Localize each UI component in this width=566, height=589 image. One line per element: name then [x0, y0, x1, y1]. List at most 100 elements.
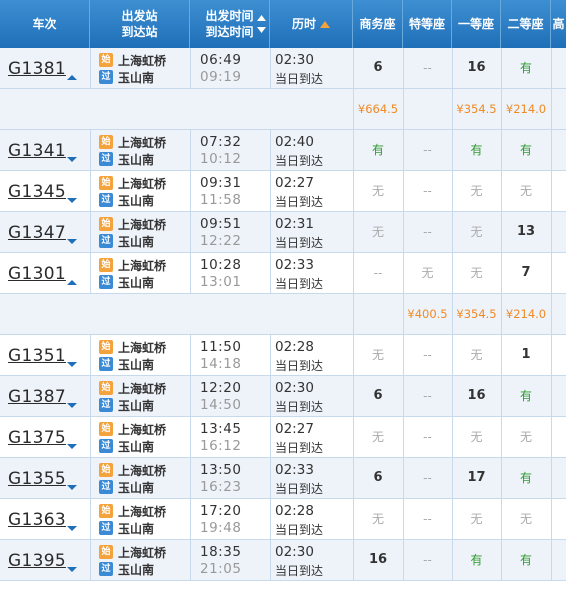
origin-badge: 始	[99, 53, 113, 67]
train-number-link[interactable]: G1381	[8, 59, 66, 79]
special-seat-availability[interactable]: --	[403, 130, 452, 170]
arrival-day: 当日到达	[275, 564, 324, 578]
station-name: 上海虹桥	[118, 463, 167, 478]
second-class-header-label: 二等座	[507, 17, 544, 31]
station-name: 上海虹桥	[118, 258, 167, 273]
train-number-link[interactable]: G1347	[8, 223, 66, 243]
train-row[interactable]: G1301 始上海虹桥过玉山南 10:28 13:01 02:33 当日到达 -- 无无 7	[0, 253, 566, 294]
business-seat-availability[interactable]: 无	[353, 335, 403, 375]
train-number-link[interactable]: G1341	[8, 141, 66, 161]
sort-toggle-icon[interactable]	[257, 13, 266, 35]
expand-arrow-icon[interactable]	[66, 155, 78, 163]
business-seat-availability[interactable]: 16	[353, 540, 403, 580]
collapse-arrow-icon[interactable]	[66, 73, 78, 81]
column-divider	[190, 212, 191, 252]
train-row[interactable]: G1381 始上海虹桥过玉山南 06:49 09:19 02:30 当日到达 6 -- 16 有	[0, 48, 566, 89]
train-number-link[interactable]: G1355	[8, 469, 66, 489]
train-number-link[interactable]: G1351	[8, 346, 66, 366]
column-divider	[403, 89, 404, 129]
special-seat-availability[interactable]: --	[403, 376, 452, 416]
train-row[interactable]: G1341 始上海虹桥过玉山南 07:32 10:12 02:40 当日到达有 -- 有有	[0, 130, 566, 171]
special-seat-availability[interactable]: --	[403, 171, 452, 211]
business-seat-availability[interactable]: --	[353, 253, 403, 293]
special-seat-availability[interactable]: --	[403, 212, 452, 252]
expand-arrow-icon[interactable]	[66, 524, 78, 532]
duration-header[interactable]: 历时	[270, 0, 353, 48]
expand-arrow-icon[interactable]	[66, 442, 78, 450]
train-row[interactable]: G1351 始上海虹桥过玉山南 11:50 14:18 02:28 当日到达无 -- 无 1	[0, 335, 566, 376]
train-number-link[interactable]: G1375	[8, 428, 66, 448]
business-seat-availability[interactable]: 6	[353, 376, 403, 416]
column-divider	[270, 499, 271, 539]
expand-arrow-icon[interactable]	[66, 565, 78, 573]
business-seat-availability[interactable]: 6	[353, 48, 403, 88]
business-seat-availability[interactable]: 无	[353, 171, 403, 211]
second-seat-availability[interactable]: 有	[501, 376, 551, 416]
second-seat-availability[interactable]: 有	[501, 458, 551, 498]
first-seat-availability[interactable]: 17	[452, 458, 501, 498]
train-row[interactable]: G1363 始上海虹桥过玉山南 17:20 19:48 02:28 当日到达无 -- 无无	[0, 499, 566, 540]
collapse-arrow-icon[interactable]	[66, 278, 78, 286]
special-seat-availability[interactable]: --	[403, 335, 452, 375]
column-divider	[190, 171, 191, 211]
train-number-link[interactable]: G1395	[8, 551, 66, 571]
business-seat-availability[interactable]: 6	[353, 458, 403, 498]
second-seat-availability[interactable]: 7	[501, 253, 551, 293]
business-seat-availability[interactable]: 无	[353, 499, 403, 539]
first-seat-availability[interactable]: 无	[452, 335, 501, 375]
train-row[interactable]: G1345 始上海虹桥过玉山南 09:31 11:58 02:27 当日到达无 -- 无无	[0, 171, 566, 212]
special-seat-availability[interactable]: 无	[403, 253, 452, 293]
train-row[interactable]: G1355 始上海虹桥过玉山南 13:50 16:23 02:33 当日到达 6 -- 17 有	[0, 458, 566, 499]
first-seat-availability[interactable]: 有	[452, 540, 501, 580]
train-number-header-label: 车次	[32, 17, 57, 31]
train-number-link[interactable]: G1345	[8, 182, 66, 202]
train-number-link[interactable]: G1301	[8, 264, 66, 284]
second-seat-availability[interactable]: 有	[501, 540, 551, 580]
expand-arrow-icon[interactable]	[66, 360, 78, 368]
train-row[interactable]: G1347 始上海虹桥过玉山南 09:51 12:22 02:31 当日到达无 -- 无 13	[0, 212, 566, 253]
first-seat-availability[interactable]: 有	[452, 130, 501, 170]
train-row[interactable]: G1395 始上海虹桥过玉山南 18:35 21:05 02:30 当日到达 16 -- 有有	[0, 540, 566, 581]
expand-arrow-icon[interactable]	[66, 483, 78, 491]
first-seat-availability[interactable]: 无	[452, 253, 501, 293]
second-seat-availability[interactable]: 13	[501, 212, 551, 252]
business-seat-availability[interactable]: 无	[353, 417, 403, 457]
first-seat-availability[interactable]: 无	[452, 212, 501, 252]
column-divider	[551, 499, 552, 539]
station-header[interactable]: 出发站 到达站	[90, 0, 190, 48]
special-seat-availability[interactable]: --	[403, 417, 452, 457]
column-divider	[551, 335, 552, 375]
first-seat-availability[interactable]: 无	[452, 171, 501, 211]
second-seat-availability[interactable]: 有	[501, 48, 551, 88]
column-divider	[270, 335, 271, 375]
special-seat-availability[interactable]: --	[403, 540, 452, 580]
second-seat-availability[interactable]: 无	[501, 417, 551, 457]
special-seat-availability[interactable]: --	[403, 48, 452, 88]
sort-up-icon[interactable]	[320, 20, 330, 28]
special-seat-availability[interactable]: --	[403, 458, 452, 498]
train-number-link[interactable]: G1387	[8, 387, 66, 407]
second-seat-availability[interactable]: 有	[501, 130, 551, 170]
first-seat-availability[interactable]: 无	[452, 499, 501, 539]
business-seat-availability[interactable]: 有	[353, 130, 403, 170]
business-seat-availability[interactable]: 无	[353, 212, 403, 252]
duration: 02:30	[275, 380, 314, 396]
column-divider	[90, 458, 91, 498]
arrival-time: 12:22	[200, 233, 242, 249]
first-seat-availability[interactable]: 无	[452, 417, 501, 457]
expand-arrow-icon[interactable]	[66, 237, 78, 245]
origin-badge: 始	[99, 217, 113, 231]
second-seat-availability[interactable]: 1	[501, 335, 551, 375]
expand-arrow-icon[interactable]	[66, 401, 78, 409]
first-seat-availability[interactable]: 16	[452, 48, 501, 88]
arrival-station: 过玉山南	[99, 397, 154, 413]
second-seat-availability[interactable]: 无	[501, 171, 551, 211]
special-seat-availability[interactable]: --	[403, 499, 452, 539]
second-seat-availability[interactable]: 无	[501, 499, 551, 539]
first-seat-availability[interactable]: 16	[452, 376, 501, 416]
expand-arrow-icon[interactable]	[66, 196, 78, 204]
time-header[interactable]: 出发时间 到达时间	[190, 0, 270, 48]
train-row[interactable]: G1375 始上海虹桥过玉山南 13:45 16:12 02:27 当日到达无 -- 无无	[0, 417, 566, 458]
train-number-link[interactable]: G1363	[8, 510, 66, 530]
train-row[interactable]: G1387 始上海虹桥过玉山南 12:20 14:50 02:30 当日到达 6 -- 16 有	[0, 376, 566, 417]
